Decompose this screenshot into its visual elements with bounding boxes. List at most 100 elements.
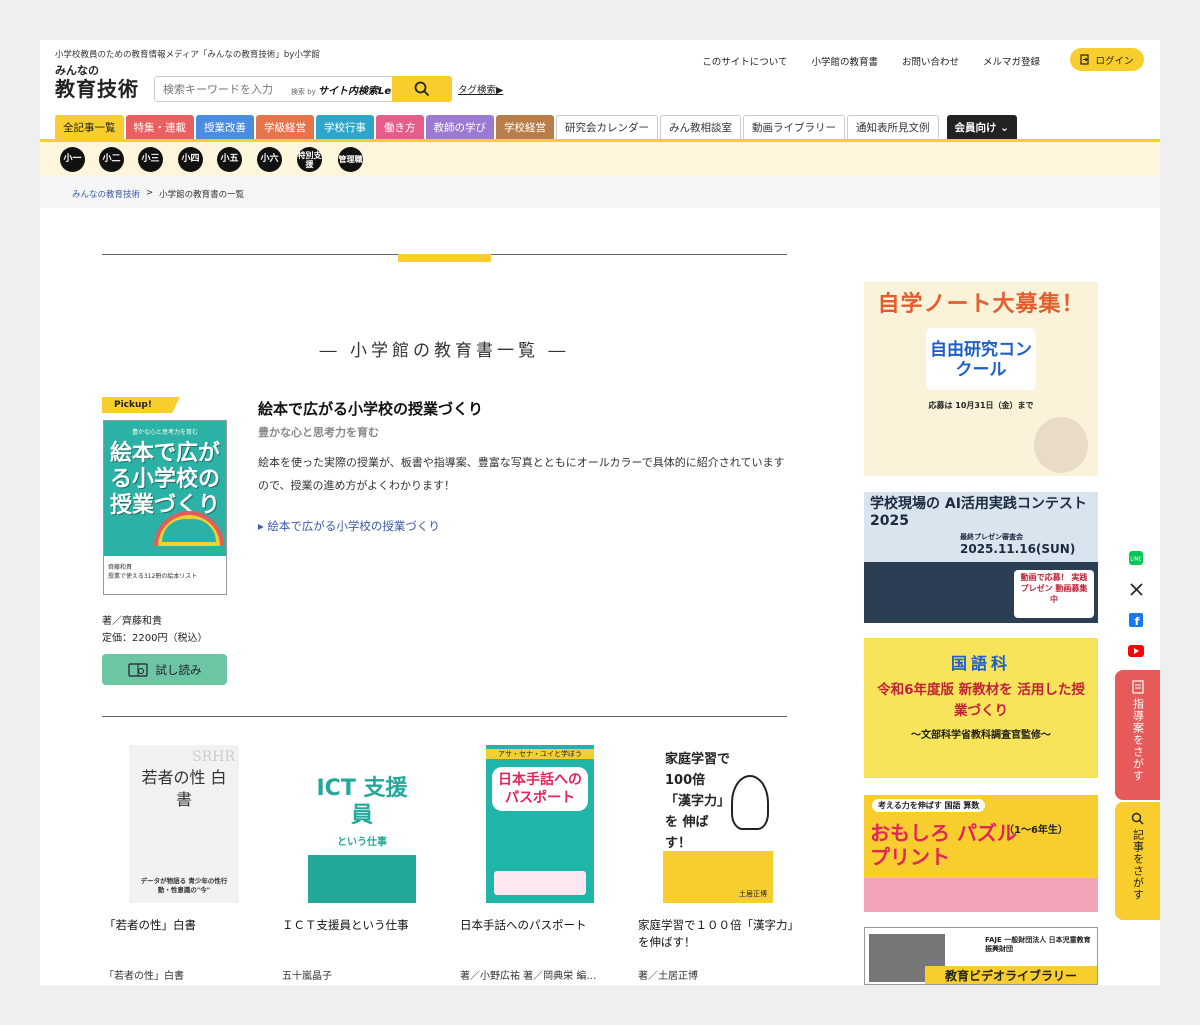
special-support-button[interactable]: 特別支援 bbox=[297, 147, 322, 172]
ad-puzzle-print[interactable]: 考える力を伸ばす 国語 算数 おもしろ パズルプリント （1〜6年生） bbox=[864, 795, 1098, 912]
grade-4-button[interactable]: 小四 bbox=[178, 147, 203, 172]
page: 小学校教員のための教育情報メディア「みんなの教育技術」by小学館 みんなの 教育… bbox=[40, 40, 1160, 985]
book-cover-text: 家庭学習で 100倍 「漢字力」を 伸ばす！ bbox=[665, 752, 731, 851]
ad2-cta: 動画で応募！ 実践プレゼン 動画募集中 bbox=[1014, 570, 1094, 618]
ad5-org: FAJE 一般財団法人 日本児童教育振興財団 bbox=[985, 936, 1091, 953]
search-input[interactable] bbox=[155, 82, 285, 96]
breadcrumb-home[interactable]: みんなの教育技術 bbox=[72, 188, 140, 200]
grade-row: 小一 小二 小三 小四 小五 小六 特別支援 管理職 bbox=[40, 142, 1160, 176]
line-share-icon[interactable]: LINE bbox=[1128, 550, 1144, 566]
grade-3-button[interactable]: 小三 bbox=[138, 147, 163, 172]
feature-description: 絵本を使った実際の授業が、板書や指導案、豊富な写真とともにオールカラーで具体的に… bbox=[258, 456, 785, 492]
book-title[interactable]: 「若者の性」白書 bbox=[104, 917, 264, 959]
book-cover[interactable]: アサ・セナ・ユイと学ぼう 日本手話への パスポート bbox=[486, 745, 594, 903]
site-tagline: 小学校教員のための教育情報メディア「みんなの教育技術」by小学館 bbox=[55, 50, 320, 60]
section-mid-rule bbox=[102, 716, 787, 717]
grade-5-button[interactable]: 小五 bbox=[217, 147, 242, 172]
book-cover[interactable]: 家庭学習で 100倍 「漢字力」を 伸ばす！ 土居正博 bbox=[663, 745, 773, 903]
book-cover-text: 日本手話への パスポート bbox=[492, 767, 588, 811]
ad-kokugo[interactable]: 国語科 令和6年度版 新教材を 活用した授業づくり 〜文部科学省教科調査官監修〜 bbox=[864, 638, 1098, 778]
feature-book-cover[interactable]: 豊かな心と思考力を育む 絵本で広がる小学校の授業づくり 齊藤和貴 授業で使える3… bbox=[103, 420, 227, 595]
ad5-title: 教育ビデオライブラリー bbox=[925, 966, 1097, 984]
login-button[interactable]: ログイン bbox=[1070, 48, 1144, 71]
book-author: 著／土居正博 bbox=[638, 971, 698, 982]
ad4-grades: （1〜6年生） bbox=[1004, 825, 1068, 836]
ad-jigaku-note[interactable]: 自学ノート大募集！ 自由研究コンクール 応募は 10月31日（金）まで bbox=[864, 282, 1098, 476]
nav-teacher-learning[interactable]: 教師の学び bbox=[425, 115, 494, 139]
book-author: 「若者の性」白書 bbox=[104, 971, 184, 982]
book-title[interactable]: 日本手話へのパスポート bbox=[460, 917, 620, 959]
feature-cover-top: 豊かな心と思考力を育む bbox=[131, 429, 198, 436]
breadcrumb: みんなの教育技術 > 小学館の教育書の一覧 bbox=[72, 188, 244, 200]
trial-read-label: 試し読み bbox=[155, 662, 202, 677]
book-cover-sub: アサ・セナ・ユイと学ぼう bbox=[486, 749, 594, 759]
trial-read-button[interactable]: 試し読み bbox=[102, 654, 227, 685]
book-cover-sub: という仕事 bbox=[337, 837, 387, 848]
login-label: ログイン bbox=[1095, 55, 1134, 67]
grade-1-button[interactable]: 小一 bbox=[60, 147, 85, 172]
feature-cover-bottom: 齊藤和貴 授業で使える312冊の絵本リスト bbox=[104, 556, 226, 594]
document-icon bbox=[1131, 680, 1144, 694]
search-button[interactable] bbox=[392, 76, 452, 102]
ad2-title: 学校現場の AI活用実践コンテスト2025 bbox=[870, 496, 1087, 529]
feature-cover-title: 絵本で広がる小学校の授業づくり bbox=[110, 440, 221, 518]
nav-video-library[interactable]: 動画ライブラリー bbox=[743, 115, 845, 139]
nav-report-examples[interactable]: 通知表所見文例 bbox=[847, 115, 939, 139]
feature-link[interactable]: ▸ 絵本で広がる小学校の授業づくり bbox=[258, 518, 440, 534]
book-author: 五十嵐晶子 bbox=[282, 971, 332, 982]
search-icon bbox=[1131, 812, 1144, 825]
facebook-share-icon[interactable]: f bbox=[1128, 612, 1144, 628]
nav-school-events[interactable]: 学校行事 bbox=[316, 115, 374, 139]
site-logo[interactable]: みんなの 教育技術 bbox=[55, 64, 150, 104]
newsletter-link[interactable]: メルマガ登録 bbox=[983, 54, 1040, 68]
contact-link[interactable]: お問い合わせ bbox=[902, 54, 959, 68]
find-article-tab[interactable]: 記事をさがす bbox=[1115, 802, 1160, 920]
ad-video-library[interactable]: FAJE 一般財団法人 日本児童教育振興財団 教育ビデオライブラリー bbox=[864, 927, 1098, 985]
nav-research-calendar[interactable]: 研究会カレンダー bbox=[556, 115, 658, 139]
book-card[interactable]: アサ・セナ・ユイと学ぼう 日本手話への パスポート 日本手話へのパスポート 著／… bbox=[460, 745, 620, 982]
book-cover[interactable]: ICT 支援員 という仕事 bbox=[308, 745, 416, 903]
nav-work-style[interactable]: 働き方 bbox=[376, 115, 424, 139]
ad4-top: 考える力を伸ばす 国語 算数 bbox=[872, 799, 986, 812]
cat-illustration bbox=[731, 775, 769, 830]
management-button[interactable]: 管理職 bbox=[338, 147, 363, 172]
pickup-badge: Pickup! bbox=[102, 397, 180, 413]
find-lesson-plan-tab[interactable]: 指導案をさがす bbox=[1115, 670, 1160, 800]
book-cover-text: 若者の性 白書 bbox=[141, 768, 227, 809]
feature-cover-author: 齊藤和貴 bbox=[108, 564, 133, 571]
book-title[interactable]: ＩＣＴ支援員という仕事 bbox=[282, 917, 442, 959]
x-share-icon[interactable] bbox=[1128, 581, 1144, 597]
nav-lesson-improvement[interactable]: 授業改善 bbox=[196, 115, 254, 139]
nav-members[interactable]: 会員向け ⌄ bbox=[946, 115, 1017, 139]
nav-consultation[interactable]: みん教相談室 bbox=[660, 115, 741, 139]
search-icon bbox=[414, 81, 430, 97]
nav-features[interactable]: 特集・連載 bbox=[125, 115, 194, 139]
edu-books-link[interactable]: 小学館の教育書 bbox=[811, 54, 878, 68]
breadcrumb-separator: > bbox=[146, 188, 154, 198]
book-card[interactable]: SRHR 若者の性 白書 データが物語る 青少年の性行動・性意識の"今" 「若者… bbox=[104, 745, 264, 982]
grade-6-button[interactable]: 小六 bbox=[257, 147, 282, 172]
book-card[interactable]: 家庭学習で 100倍 「漢字力」を 伸ばす！ 土居正博 家庭学習で１００倍「漢字… bbox=[638, 745, 798, 982]
search-by: 検索 by サイト内検索Let's bbox=[291, 82, 405, 97]
nav-school-management[interactable]: 学校経営 bbox=[496, 115, 554, 139]
grade-2-button[interactable]: 小二 bbox=[99, 147, 124, 172]
breadcrumb-bar: みんなの教育技術 > 小学館の教育書の一覧 bbox=[40, 176, 1160, 208]
book-card[interactable]: ICT 支援員 という仕事 ＩＣＴ支援員という仕事 五十嵐晶子 bbox=[282, 745, 442, 982]
login-icon bbox=[1080, 54, 1090, 65]
feature-price: 定価：2200円（税込） bbox=[102, 633, 208, 644]
book-preview-icon bbox=[127, 662, 148, 677]
about-link[interactable]: このサイトについて bbox=[702, 54, 787, 68]
nav-all-articles[interactable]: 全記事一覧 bbox=[55, 115, 124, 139]
ad-ai-contest[interactable]: 学校現場の AI活用実践コンテスト2025 最終プレゼン審査会 2025.11.… bbox=[864, 492, 1098, 623]
book-title[interactable]: 家庭学習で１００倍「漢字力」を伸ばす！ bbox=[638, 917, 798, 959]
nav-class-management[interactable]: 学級経営 bbox=[256, 115, 314, 139]
book-cover[interactable]: SRHR 若者の性 白書 データが物語る 青少年の性行動・性意識の"今" bbox=[129, 745, 239, 903]
feature-title: 絵本で広がる小学校の授業づくり bbox=[258, 400, 484, 418]
cover-banner bbox=[494, 871, 586, 895]
book-cover-sub: 土居正博 bbox=[739, 890, 767, 898]
section-title: ― 小学館の教育書一覧 ― bbox=[319, 341, 570, 361]
youtube-icon[interactable] bbox=[1128, 643, 1144, 659]
ad1-person-photo bbox=[1034, 417, 1088, 473]
tag-search-link[interactable]: タグ検索▶ bbox=[458, 82, 503, 96]
breadcrumb-current: 小学館の教育書の一覧 bbox=[159, 190, 245, 200]
